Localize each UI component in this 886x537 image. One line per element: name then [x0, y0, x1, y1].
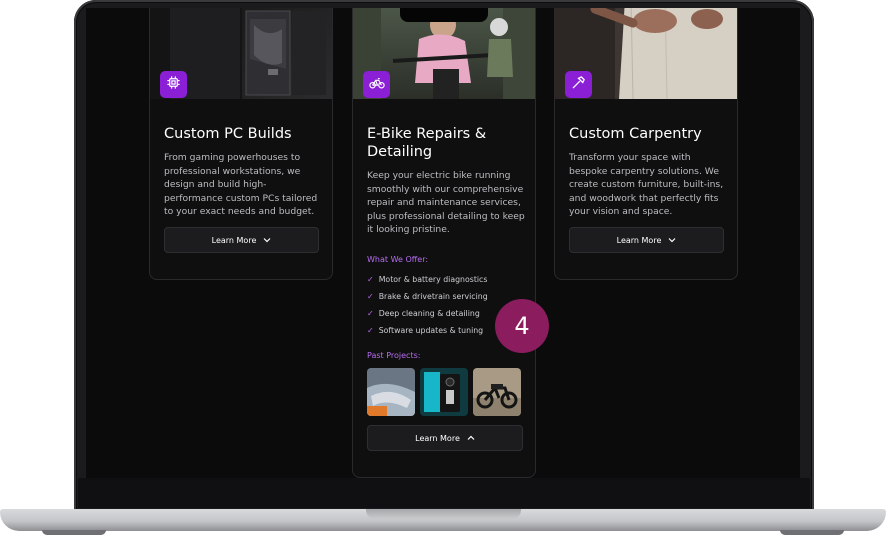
- check-icon: ✓: [367, 309, 374, 318]
- card-title: Custom Carpentry: [569, 126, 702, 142]
- laptop-foot-right: [780, 530, 844, 535]
- laptop-foot-left: [42, 530, 106, 535]
- screen: Custom PC Builds From gaming powerhouses…: [86, 8, 800, 478]
- project-thumbnail-2[interactable]: [420, 368, 468, 416]
- button-label: Learn More: [211, 235, 257, 245]
- card-title-line2: Detailing: [367, 144, 433, 160]
- chip-icon: [166, 75, 181, 94]
- chevron-up-icon: [467, 435, 475, 441]
- learn-more-button-carpentry[interactable]: Learn More: [569, 227, 724, 253]
- offer-heading: What We Offer:: [367, 255, 429, 264]
- step-marker: 4: [495, 299, 549, 353]
- offer-text: Software updates & tuning: [378, 326, 484, 335]
- card-title: E-Bike Repairs & Detailing: [367, 125, 527, 161]
- card-description: Keep your electric bike running smoothly…: [367, 170, 525, 236]
- hammer-badge: [565, 71, 592, 98]
- chip-badge: [160, 71, 187, 98]
- check-icon: ✓: [367, 275, 374, 284]
- service-card-ebike: E-Bike Repairs & Detailing Keep your ele…: [352, 8, 536, 478]
- check-icon: ✓: [367, 292, 374, 301]
- service-card-pc-builds: Custom PC Builds From gaming powerhouses…: [149, 8, 333, 280]
- chevron-down-icon: [263, 237, 271, 243]
- offer-text: Motor & battery diagnostics: [378, 275, 488, 284]
- hammer-icon: [571, 75, 586, 94]
- project-thumbnail-3[interactable]: [473, 368, 521, 416]
- card-title-line1: E-Bike Repairs &: [367, 126, 487, 142]
- learn-more-button-pc[interactable]: Learn More: [164, 227, 319, 253]
- check-icon: ✓: [367, 326, 374, 335]
- learn-more-button-ebike[interactable]: Learn More: [367, 425, 523, 451]
- card-title: Custom PC Builds: [164, 126, 292, 142]
- bicycle-badge: [363, 71, 390, 98]
- project-thumbnail-1[interactable]: [367, 368, 415, 416]
- camera-notch: [400, 8, 488, 22]
- screen-bottom-bezel: [78, 478, 810, 508]
- laptop-base-groove: [366, 509, 521, 519]
- button-label: Learn More: [616, 235, 662, 245]
- card-description: Transform your space with bespoke carpen…: [569, 152, 724, 218]
- service-card-carpentry: Custom Carpentry Transform your space wi…: [554, 8, 738, 280]
- list-item: ✓ Motor & battery diagnostics: [367, 271, 527, 288]
- card-description: From gaming powerhouses to professional …: [164, 152, 318, 218]
- offer-text: Brake & drivetrain servicing: [378, 292, 488, 301]
- chevron-down-icon: [668, 237, 676, 243]
- list-item: ✓ Brake & drivetrain servicing: [367, 288, 527, 305]
- projects-heading: Past Projects:: [367, 351, 421, 360]
- offer-text: Deep cleaning & detailing: [378, 309, 480, 318]
- button-label: Learn More: [415, 433, 460, 443]
- bicycle-icon: [368, 75, 385, 94]
